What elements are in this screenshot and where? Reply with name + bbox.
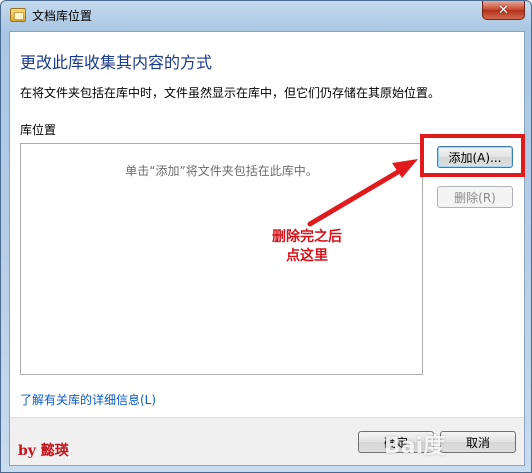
annotation-line-2: 点这里	[286, 248, 328, 264]
annotation-text: 删除完之后 点这里	[262, 228, 352, 266]
author-byline: by 懿瑛	[18, 443, 69, 459]
annotation-line-1: 删除完之后	[272, 229, 342, 245]
